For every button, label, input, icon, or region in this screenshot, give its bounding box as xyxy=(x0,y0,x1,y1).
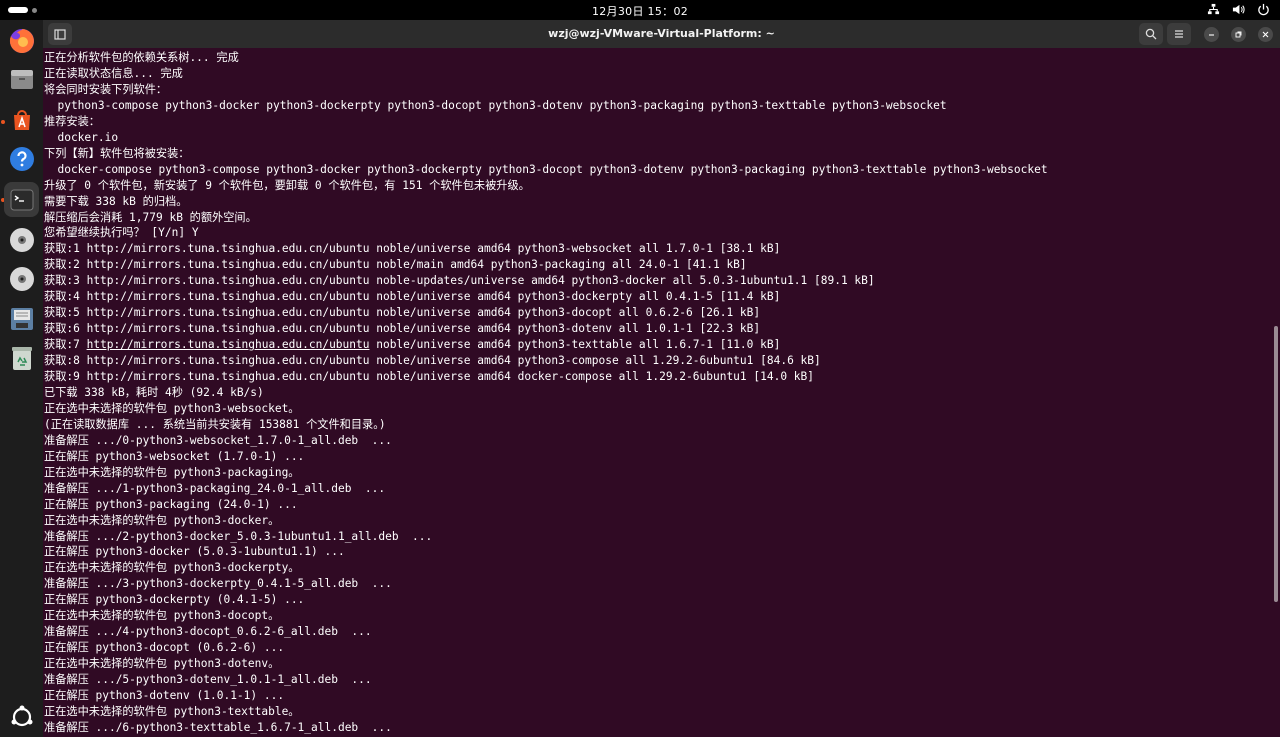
save-disk-icon xyxy=(10,307,33,330)
terminal-line: 正在解压 python3-websocket (1.7.0-1) ... xyxy=(44,449,305,463)
clock[interactable]: 12月30日 15：02 xyxy=(0,3,1280,19)
terminal-line: 获取:2 http://mirrors.tuna.tsinghua.edu.cn… xyxy=(44,258,747,272)
hovered-url-link[interactable]: http://mirrors.tuna.tsinghua.edu.cn/ubun… xyxy=(87,338,370,351)
network-icon[interactable] xyxy=(1207,3,1220,16)
header-bar[interactable]: wzj@wzj-VMware-Virtual-Platform: ~ xyxy=(43,20,1280,48)
top-bar: 12月30日 15：02 xyxy=(0,0,1280,20)
dock-item-help[interactable] xyxy=(4,141,39,176)
search-button[interactable] xyxy=(1139,23,1163,45)
terminal-line: 正在读取状态信息... 完成 xyxy=(44,66,183,80)
terminal-line: 已下载 338 kB，耗时 4秒 (92.4 kB/s) xyxy=(44,385,264,399)
terminal-line: 需要下载 338 kB 的归档。 xyxy=(44,194,188,208)
terminal-line: docker.io xyxy=(44,130,119,144)
dock-item-disc-2[interactable] xyxy=(4,261,39,296)
terminal-line: 获取:5 http://mirrors.tuna.tsinghua.edu.cn… xyxy=(44,306,761,320)
terminal-line: 正在解压 python3-docker (5.0.3-1ubuntu1.1) .… xyxy=(44,545,345,559)
terminal-line: 准备解压 .../3-python3-dockerpty_0.4.1-5_all… xyxy=(44,577,392,591)
terminal-line: 正在选中未选择的软件包 python3-packaging。 xyxy=(44,465,300,479)
terminal-line: 正在解压 python3-docopt (0.6.2-6) ... xyxy=(44,641,285,655)
window-title: wzj@wzj-VMware-Virtual-Platform: ~ xyxy=(548,27,775,40)
terminal-line: 获取:6 http://mirrors.tuna.tsinghua.edu.cn… xyxy=(44,322,761,336)
dock-item-save[interactable] xyxy=(4,301,39,336)
restore-icon xyxy=(1235,31,1242,38)
dock-item-trash[interactable] xyxy=(4,340,39,375)
terminal-line: (正在读取数据库 ... 系统当前共安装有 153881 个文件和目录。) xyxy=(44,417,386,431)
dock-item-show-apps[interactable] xyxy=(4,699,39,734)
terminal-line: 获取:1 http://mirrors.tuna.tsinghua.edu.cn… xyxy=(44,242,781,256)
line-suffix: noble/universe amd64 python3-texttable a… xyxy=(369,338,781,352)
terminal-line: 正在解压 python3-dotenv (1.0.1-1) ... xyxy=(44,689,285,702)
terminal-line: 准备解压 .../4-python3-docopt_0.6.2-6_all.de… xyxy=(44,625,372,639)
close-icon xyxy=(1262,31,1269,38)
terminal-line: 正在选中未选择的软件包 python3-dockerpty。 xyxy=(44,561,300,575)
files-icon xyxy=(10,69,33,89)
help-icon xyxy=(9,146,34,171)
terminal-window: wzj@wzj-VMware-Virtual-Platform: ~ 正在分析软… xyxy=(43,20,1280,737)
terminal-line: 正在选中未选择的软件包 python3-docker。 xyxy=(44,513,280,527)
scrollbar[interactable] xyxy=(1274,326,1278,602)
terminal-line: 获取:3 http://mirrors.tuna.tsinghua.edu.cn… xyxy=(44,274,875,288)
show-apps-icon xyxy=(11,705,32,726)
terminal-line: 将会同时安装下列软件： xyxy=(44,82,168,96)
terminal-line: 正在解压 python3-dockerpty (0.4.1-5) ... xyxy=(44,593,305,607)
terminal-line: 准备解压 .../6-python3-texttable_1.6.7-1_all… xyxy=(44,720,392,734)
app-center-icon xyxy=(13,109,30,130)
terminal-line: 正在解压 python3-packaging (24.0-1) ... xyxy=(44,497,298,511)
dock-item-firefox[interactable] xyxy=(4,23,39,58)
dock-item-files[interactable] xyxy=(4,62,39,97)
line-prefix: 获取:7 xyxy=(44,338,87,352)
power-icon[interactable] xyxy=(1257,3,1270,16)
menu-button[interactable] xyxy=(1167,23,1191,45)
terminal-output[interactable]: 正在分析软件包的依赖关系树... 完成 正在读取状态信息... 完成 将会同时安装下… xyxy=(43,48,1274,737)
terminal-line: 获取:7 http://mirrors.tuna.tsinghua.edu.cn… xyxy=(44,337,780,353)
close-button[interactable] xyxy=(1258,27,1273,42)
disc-icon xyxy=(9,227,34,252)
disc-icon xyxy=(9,266,34,291)
terminal-line: 获取:9 http://mirrors.tuna.tsinghua.edu.cn… xyxy=(44,370,815,383)
volume-icon[interactable] xyxy=(1232,3,1245,16)
terminal-line: 解压缩后会消耗 1,779 kB 的额外空间。 xyxy=(44,210,257,224)
terminal-line: 正在选中未选择的软件包 python3-docopt。 xyxy=(44,609,280,623)
search-icon xyxy=(1145,28,1157,40)
terminal-line: 准备解压 .../0-python3-websocket_1.7.0-1_all… xyxy=(44,433,392,447)
terminal-line: 正在选中未选择的软件包 python3-dotenv。 xyxy=(44,657,280,671)
terminal-line: 推荐安装： xyxy=(44,114,100,128)
minimize-icon xyxy=(1209,34,1214,36)
terminal-line: 下列【新】软件包将被安装： xyxy=(44,146,190,160)
dock-item-app-center[interactable] xyxy=(4,102,39,137)
dock-item-disc[interactable] xyxy=(4,222,39,257)
system-tray[interactable] xyxy=(1207,3,1270,16)
terminal-line: docker-compose python3-compose python3-d… xyxy=(44,162,1048,176)
terminal-line: 准备解压 .../2-python3-docker_5.0.3-1ubuntu1… xyxy=(44,529,433,543)
terminal-line: 正在分析软件包的依赖关系树... 完成 xyxy=(44,51,239,64)
dock-item-terminal[interactable] xyxy=(4,182,39,217)
restore-button[interactable] xyxy=(1231,27,1246,42)
trash-icon xyxy=(11,346,32,370)
terminal-icon xyxy=(10,189,33,210)
terminal-line: 准备解压 .../5-python3-dotenv_1.0.1-1_all.de… xyxy=(44,673,372,687)
firefox-icon xyxy=(9,28,34,53)
minimize-button[interactable] xyxy=(1204,27,1219,42)
terminal-line: 准备解压 .../1-python3-packaging_24.0-1_all.… xyxy=(44,481,386,495)
terminal-line: 您希望继续执行吗？ [Y/n] Y xyxy=(44,226,199,240)
terminal-line: python3-compose python3-docker python3-d… xyxy=(44,98,947,112)
terminal-line: 正在选中未选择的软件包 python3-websocket。 xyxy=(44,401,300,415)
hamburger-menu-icon xyxy=(1175,30,1183,38)
dock xyxy=(0,20,43,737)
terminal-line: 获取:8 http://mirrors.tuna.tsinghua.edu.cn… xyxy=(44,354,821,368)
terminal-line: 升级了 0 个软件包，新安装了 9 个软件包，要卸载 0 个软件包，有 151 … xyxy=(44,178,530,192)
terminal-line: 获取:4 http://mirrors.tuna.tsinghua.edu.cn… xyxy=(44,290,781,304)
terminal-line: 正在选中未选择的软件包 python3-texttable。 xyxy=(44,704,300,718)
